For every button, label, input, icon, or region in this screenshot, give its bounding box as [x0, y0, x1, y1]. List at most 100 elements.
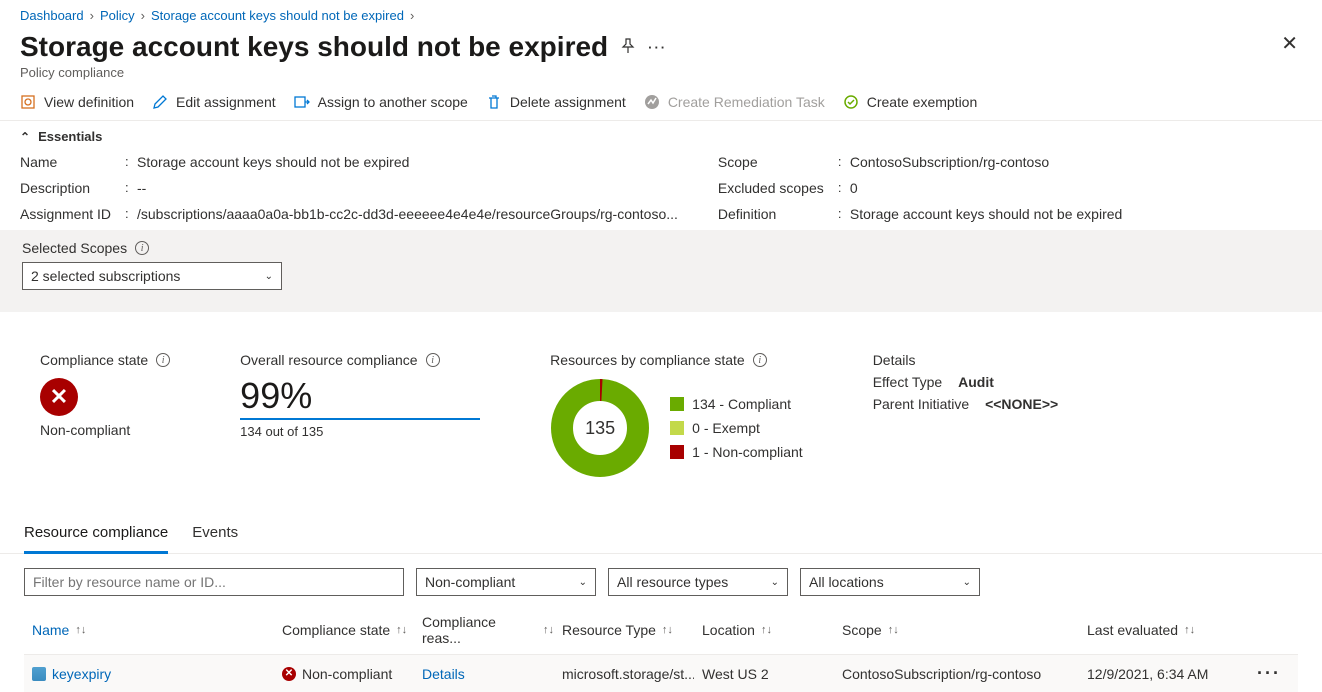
filter-search-input[interactable] [24, 568, 404, 596]
parent-initiative-value: <<NONE>> [985, 396, 1058, 412]
row-actions-button[interactable]: ··· [1249, 663, 1279, 684]
ess-description-value: -- [137, 180, 678, 196]
info-icon[interactable]: i [753, 353, 767, 367]
col-location[interactable]: Location↑↓ [694, 622, 834, 638]
more-icon[interactable]: ··· [648, 40, 667, 55]
ess-definition-label: Definition [718, 206, 838, 222]
chevron-down-icon: ⌄ [265, 271, 273, 282]
effect-type-label: Effect Type [873, 374, 943, 390]
info-icon[interactable]: i [135, 241, 149, 255]
chevron-right-icon: › [141, 8, 145, 23]
compliance-state-title: Compliance state [40, 352, 148, 368]
location-filter-dropdown[interactable]: All locations⌄ [800, 568, 980, 596]
ess-description-label: Description [20, 180, 125, 196]
breadcrumb-policy[interactable]: Policy [100, 8, 135, 23]
chevron-down-icon: ⌄ [579, 577, 587, 588]
tool-label: Create Remediation Task [668, 94, 825, 110]
create-exemption-button[interactable]: Create exemption [843, 94, 978, 110]
tabs: Resource compliance Events [0, 488, 1322, 554]
chevron-up-icon: ⌃ [20, 130, 30, 144]
compliance-filter-dropdown[interactable]: Non-compliant⌄ [416, 568, 596, 596]
overall-compliance-pct: 99% [240, 375, 312, 416]
ess-excluded-value: 0 [850, 180, 1322, 196]
breadcrumb-current[interactable]: Storage account keys should not be expir… [151, 8, 404, 23]
tool-label: Create exemption [867, 94, 978, 110]
tab-resource-compliance[interactable]: Resource compliance [24, 518, 168, 554]
delete-assignment-button[interactable]: Delete assignment [486, 94, 626, 110]
ess-definition-value: Storage account keys should not be expir… [850, 206, 1322, 222]
row-reason-link[interactable]: Details [414, 666, 554, 682]
page-subtitle: Policy compliance [0, 63, 1322, 86]
assign-scope-button[interactable]: Assign to another scope [294, 94, 468, 110]
policy-icon [20, 94, 36, 110]
col-reason[interactable]: Compliance reas...↑↓ [414, 614, 554, 646]
info-icon[interactable]: i [426, 353, 440, 367]
col-type[interactable]: Resource Type↑↓ [554, 622, 694, 638]
create-remediation-button: Create Remediation Task [644, 94, 825, 110]
selected-scopes-label: Selected Scopes [22, 240, 127, 256]
compliance-state-card: Compliance state i ✕ Non-compliant [40, 352, 170, 438]
selected-scopes-section: Selected Scopes i 2 selected subscriptio… [0, 230, 1322, 312]
table-row: keyexpiry ✕Non-compliant Details microso… [24, 655, 1298, 692]
compliance-donut-chart: 135 [550, 378, 650, 478]
breadcrumb: Dashboard › Policy › Storage account key… [0, 0, 1322, 27]
row-type: microsoft.storage/st... [554, 666, 694, 682]
donut-center-value: 135 [550, 378, 650, 478]
parent-initiative-label: Parent Initiative [873, 396, 970, 412]
ess-excluded-label: Excluded scopes [718, 180, 838, 196]
sort-icon: ↑↓ [888, 624, 899, 636]
sort-icon: ↑↓ [75, 624, 86, 636]
close-icon[interactable]: ✕ [1281, 31, 1302, 56]
trash-icon [486, 94, 502, 110]
non-compliant-dot-icon: ✕ [282, 667, 296, 681]
tool-label: Delete assignment [510, 94, 626, 110]
remediation-icon [644, 94, 660, 110]
sort-icon: ↑↓ [761, 624, 772, 636]
compliance-state-value: Non-compliant [40, 422, 170, 438]
storage-icon [32, 667, 46, 681]
legend-noncompliant: 1 - Non-compliant [670, 444, 803, 460]
details-card: Details Effect Type Audit Parent Initiat… [873, 352, 1059, 412]
non-compliant-icon: ✕ [40, 378, 78, 416]
tab-events[interactable]: Events [192, 518, 238, 553]
row-name-link[interactable]: keyexpiry [24, 666, 274, 682]
row-scope: ContosoSubscription/rg-contoso [834, 666, 1079, 682]
pencil-icon [152, 94, 168, 110]
effect-type-value: Audit [958, 374, 994, 390]
swatch-icon [670, 397, 684, 411]
row-compliance: ✕Non-compliant [274, 666, 414, 682]
col-compliance[interactable]: Compliance state↑↓ [274, 622, 414, 638]
swatch-icon [670, 445, 684, 459]
info-icon[interactable]: i [156, 353, 170, 367]
tool-label: Edit assignment [176, 94, 276, 110]
pin-icon[interactable] [620, 38, 636, 57]
resource-type-filter-dropdown[interactable]: All resource types⌄ [608, 568, 788, 596]
ess-assignment-id-value: /subscriptions/aaaa0a0a-bb1b-cc2c-dd3d-e… [137, 206, 678, 222]
sort-icon: ↑↓ [1184, 624, 1195, 636]
resources-by-state-card: Resources by compliance state i 135 134 … [550, 352, 803, 478]
sort-icon: ↑↓ [396, 624, 407, 636]
ess-assignment-id-label: Assignment ID [20, 206, 125, 222]
col-name[interactable]: Name↑↓ [24, 622, 274, 638]
chevron-right-icon: › [90, 8, 94, 23]
row-location: West US 2 [694, 666, 834, 682]
compliance-table: Name↑↓ Compliance state↑↓ Compliance rea… [24, 606, 1298, 692]
selected-scopes-dropdown[interactable]: 2 selected subscriptions ⌄ [22, 262, 282, 290]
essentials-heading: Essentials [38, 129, 102, 144]
essentials-panel: Name : Storage account keys should not b… [0, 150, 1322, 230]
essentials-toggle[interactable]: ⌃ Essentials [0, 121, 1322, 150]
tool-label: Assign to another scope [318, 94, 468, 110]
sort-icon: ↑↓ [543, 624, 554, 636]
view-definition-button[interactable]: View definition [20, 94, 134, 110]
edit-assignment-button[interactable]: Edit assignment [152, 94, 276, 110]
page-title: Storage account keys should not be expir… [20, 31, 608, 63]
col-scope[interactable]: Scope↑↓ [834, 622, 1079, 638]
legend-compliant: 134 - Compliant [670, 396, 803, 412]
overall-compliance-sub: 134 out of 135 [240, 424, 480, 439]
tool-label: View definition [44, 94, 134, 110]
col-last[interactable]: Last evaluated↑↓ [1079, 622, 1249, 638]
overall-compliance-title: Overall resource compliance [240, 352, 417, 368]
breadcrumb-dashboard[interactable]: Dashboard [20, 8, 84, 23]
legend-exempt: 0 - Exempt [670, 420, 803, 436]
toolbar: View definition Edit assignment Assign t… [0, 86, 1322, 121]
